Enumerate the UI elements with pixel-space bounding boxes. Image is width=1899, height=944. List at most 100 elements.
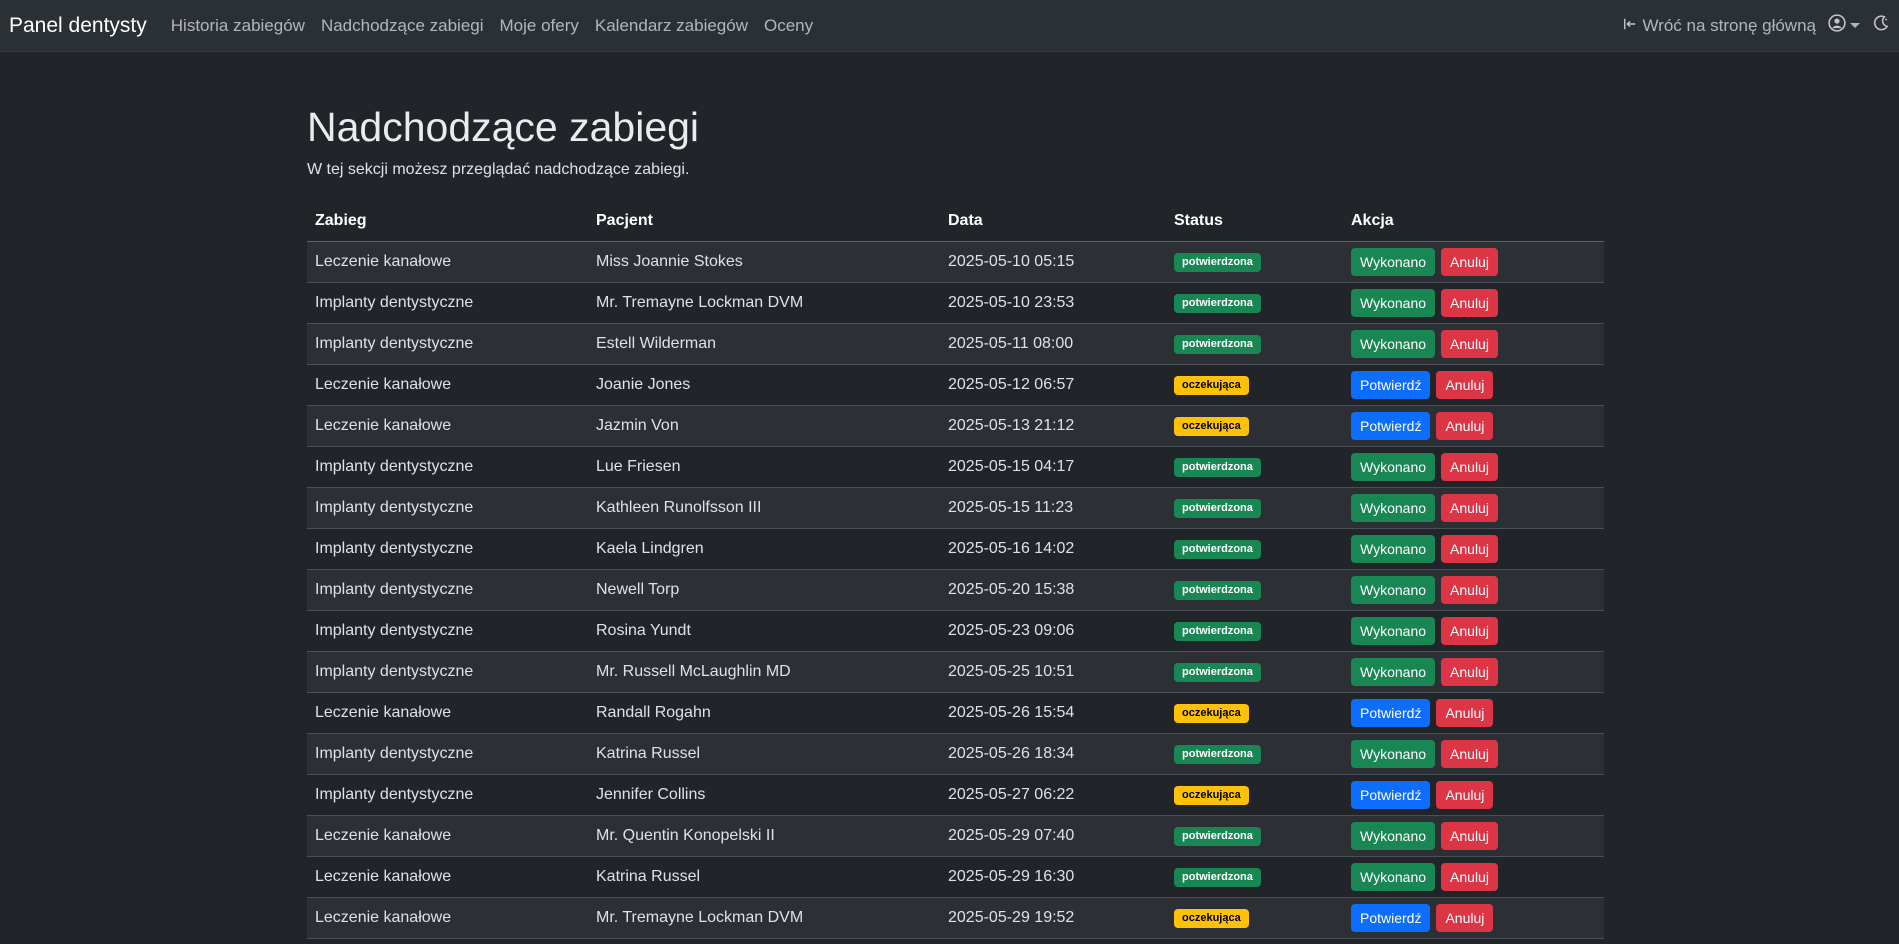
mark-done-button[interactable]: Wykonano [1351,289,1436,317]
status-badge: potwierdzona [1174,540,1261,559]
cancel-button[interactable]: Anuluj [1441,576,1498,604]
status-badge: potwierdzona [1174,294,1261,313]
brand-link[interactable]: Panel dentysty [9,14,147,38]
status-badge: potwierdzona [1174,581,1261,600]
patient-cell: Miss Joannie Stokes [588,241,940,283]
date-cell: 2025-05-10 05:15 [940,241,1166,283]
date-cell: 2025-05-27 06:22 [940,774,1166,816]
table-row: Leczenie kanałowe Randall Rogahn 2025-05-2… [307,692,1604,734]
mark-done-button[interactable]: Wykonano [1351,535,1436,563]
date-cell: 2025-05-23 09:06 [940,610,1166,652]
confirm-button[interactable]: Potwierdź [1351,699,1431,727]
back-home-link[interactable]: Wróć na stronę główną [1623,16,1816,36]
procedure-cell: Implanty dentystyczne [307,774,588,816]
cancel-button[interactable]: Anuluj [1441,494,1498,522]
mark-done-button[interactable]: Wykonano [1351,863,1436,891]
procedure-cell: Implanty dentystyczne [307,446,588,488]
table-row: Implanty dentystyczne Mr. Tremayne Lockma… [307,282,1604,324]
date-cell: 2025-05-15 11:23 [940,487,1166,529]
action-cell: Wykonano Anuluj [1343,241,1604,283]
mark-done-button[interactable]: Wykonano [1351,576,1436,604]
cancel-button[interactable]: Anuluj [1441,863,1498,891]
cancel-button[interactable]: Anuluj [1436,781,1494,809]
date-cell: 2025-05-25 10:51 [940,651,1166,693]
patient-cell: Jennifer Collins [588,774,940,816]
patient-cell: Newell Torp [588,569,940,611]
page-description: W tej sekcji możesz przeglądać nadchodzą… [307,161,690,178]
nav-link-calendar[interactable]: Kalendarz zabiegów [595,16,748,36]
action-cell: Potwierdź Anuluj [1343,692,1604,734]
procedure-cell: Implanty dentystyczne [307,569,588,611]
cancel-button[interactable]: Anuluj [1441,617,1498,645]
back-home-label: Wróć na stronę główną [1642,15,1816,35]
chevron-down-icon [1850,23,1860,28]
date-cell: 2025-05-11 08:00 [940,323,1166,365]
confirm-button[interactable]: Potwierdź [1351,412,1431,440]
header-status: Status [1166,201,1343,242]
main-content: Nadchodzące zabiegi W tej sekcji możesz … [301,52,1604,939]
mark-done-button[interactable]: Wykonano [1351,494,1436,522]
cancel-button[interactable]: Anuluj [1441,453,1498,481]
confirm-button[interactable]: Potwierdź [1351,371,1431,399]
table-row: Implanty dentystyczne Newell Torp 2025-05-… [307,569,1604,611]
theme-moon-icon[interactable] [1872,14,1890,37]
header-action: Akcja [1343,201,1604,242]
patient-cell: Katrina Russel [588,856,940,898]
mark-done-button[interactable]: Wykonano [1351,658,1436,686]
cancel-button[interactable]: Anuluj [1436,699,1494,727]
date-cell: 2025-05-29 16:30 [940,856,1166,898]
cancel-button[interactable]: Anuluj [1441,289,1498,317]
mark-done-button[interactable]: Wykonano [1351,330,1436,358]
action-cell: Wykonano Anuluj [1343,528,1604,570]
table-row: Implanty dentystyczne Katrina Russel 2025-… [307,733,1604,775]
procedure-cell: Leczenie kanałowe [307,364,588,406]
procedure-cell: Leczenie kanałowe [307,897,588,939]
status-cell: potwierdzona [1166,528,1343,570]
status-badge: potwierdzona [1174,458,1261,477]
cancel-button[interactable]: Anuluj [1441,535,1498,563]
status-cell: oczekująca [1166,405,1343,447]
status-cell: potwierdzona [1166,446,1343,488]
nav-link-history[interactable]: Historia zabiegów [171,16,305,36]
mark-done-button[interactable]: Wykonano [1351,453,1436,481]
cancel-button[interactable]: Anuluj [1436,412,1494,440]
patient-cell: Katrina Russel [588,733,940,775]
nav-right: Wróć na stronę główną [1623,14,1890,37]
status-badge: oczekująca [1174,417,1249,436]
table-row: Implanty dentystyczne Kathleen Runolfsson… [307,487,1604,529]
cancel-button[interactable]: Anuluj [1441,330,1498,358]
mark-done-button[interactable]: Wykonano [1351,617,1436,645]
status-badge: oczekująca [1174,786,1249,805]
patient-cell: Kaela Lindgren [588,528,940,570]
table-row: Leczenie kanałowe Mr. Tremayne Lockman DV… [307,897,1604,939]
box-arrow-left-icon [1623,16,1637,36]
confirm-button[interactable]: Potwierdź [1351,904,1431,932]
status-badge: potwierdzona [1174,499,1261,518]
user-dropdown[interactable] [1828,14,1860,37]
action-cell: Wykonano Anuluj [1343,651,1604,693]
patient-cell: Rosina Yundt [588,610,940,652]
cancel-button[interactable]: Anuluj [1441,658,1498,686]
status-badge: oczekująca [1174,909,1249,928]
date-cell: 2025-05-29 07:40 [940,815,1166,857]
mark-done-button[interactable]: Wykonano [1351,740,1436,768]
nav-link-upcoming[interactable]: Nadchodzące zabiegi [321,16,484,36]
header-procedure: Zabieg [307,201,588,242]
patient-cell: Estell Wilderman [588,323,940,365]
cancel-button[interactable]: Anuluj [1441,822,1498,850]
confirm-button[interactable]: Potwierdź [1351,781,1431,809]
nav-link-ratings[interactable]: Oceny [764,16,813,36]
status-cell: potwierdzona [1166,323,1343,365]
status-cell: potwierdzona [1166,487,1343,529]
nav-link-offers[interactable]: Moje ofery [500,16,579,36]
cancel-button[interactable]: Anuluj [1436,371,1494,399]
cancel-button[interactable]: Anuluj [1441,740,1498,768]
date-cell: 2025-05-26 18:34 [940,733,1166,775]
status-cell: oczekująca [1166,774,1343,816]
mark-done-button[interactable]: Wykonano [1351,248,1436,276]
cancel-button[interactable]: Anuluj [1441,248,1498,276]
mark-done-button[interactable]: Wykonano [1351,822,1436,850]
procedure-cell: Leczenie kanałowe [307,692,588,734]
patient-cell: Randall Rogahn [588,692,940,734]
cancel-button[interactable]: Anuluj [1436,904,1494,932]
